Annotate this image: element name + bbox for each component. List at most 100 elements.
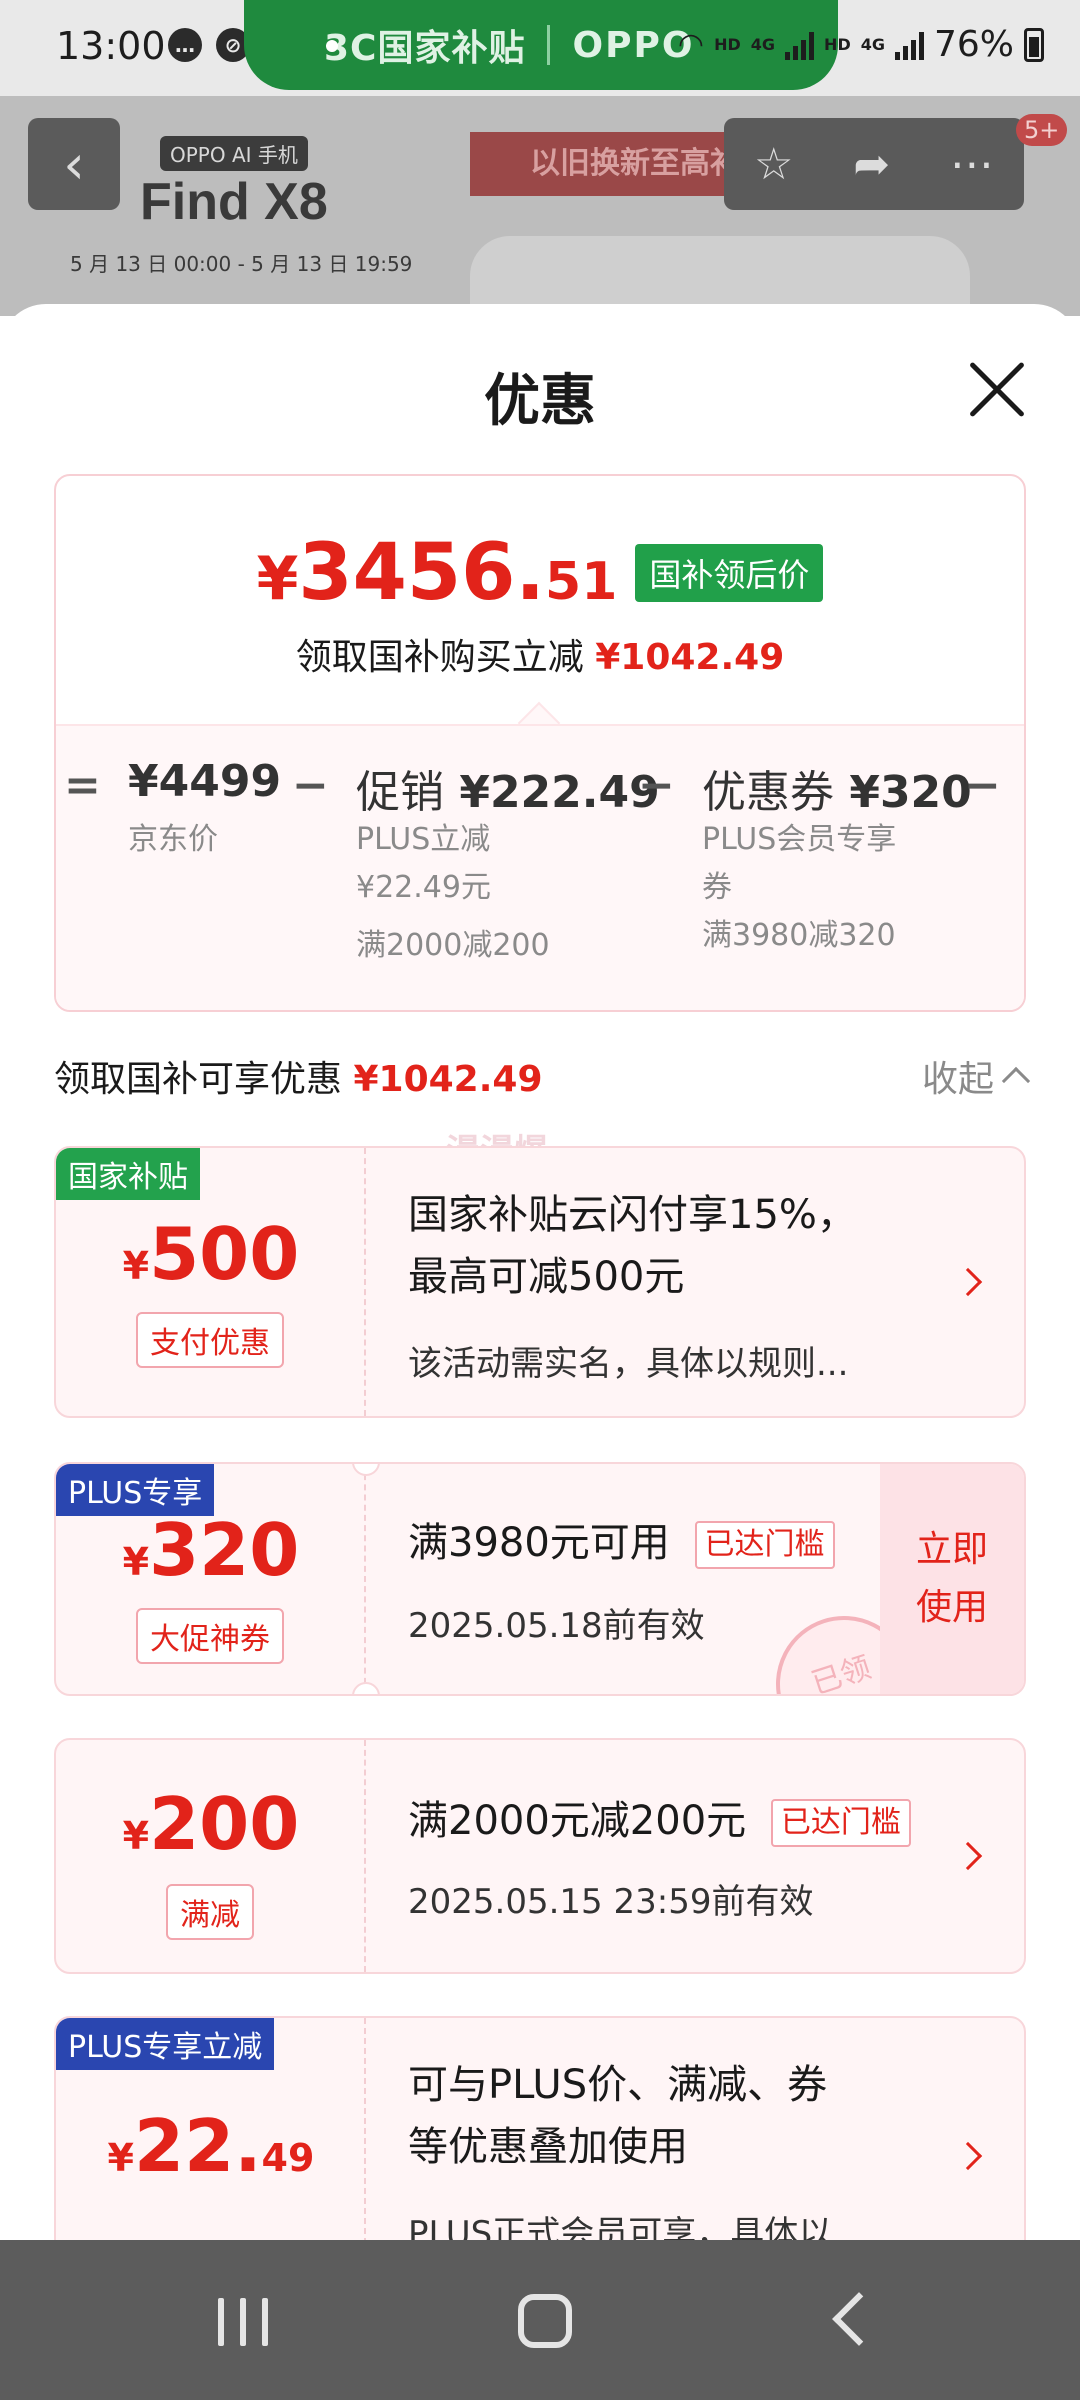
pill-dot-icon bbox=[326, 40, 338, 52]
subsidy-price-tag: 国补领后价 bbox=[635, 544, 824, 602]
coupon-card-plus-exclusive[interactable]: PLUS专享 ¥320 大促神券 满3980元可用 已达门槛 2025.05.1… bbox=[54, 1462, 1026, 1696]
battery-level: 76% bbox=[933, 24, 1014, 65]
coupon-tag: 国家补贴 bbox=[56, 1148, 200, 1200]
recent-apps-icon[interactable] bbox=[218, 2298, 268, 2346]
coupons-header-label: 领取国补可享优惠 bbox=[54, 1059, 343, 1100]
coupon-sub-3: 满3980减320 bbox=[702, 918, 896, 953]
coupon-amount: ¥320 bbox=[849, 767, 972, 818]
signal-icon bbox=[785, 30, 815, 60]
coupon-card-full-reduction[interactable]: ¥200 满减 满2000元减200元 已达门槛 2025.05.15 23:5… bbox=[54, 1738, 1026, 1974]
net-label-4: 4G bbox=[860, 34, 885, 54]
sheet-title: 优惠 bbox=[484, 369, 596, 434]
coupon-validity: 2025.05.18前有效 bbox=[408, 1606, 705, 1646]
coupon-type-label: 支付优惠 bbox=[136, 1312, 284, 1368]
coupon-currency: ¥ bbox=[122, 1814, 150, 1858]
coupon-value-decimal: 49 bbox=[261, 2136, 315, 2180]
status-bar: 13:00 … ⊘ ▲ 3C国家补贴 OPPO ◠ HD 4G HD 4G 76… bbox=[0, 0, 1080, 96]
use-now-button[interactable]: 立即 使用 bbox=[880, 1464, 1024, 1694]
status-time: 13:00 bbox=[56, 24, 166, 68]
coupon-title-line-1: 国家补贴云闪付享15%， bbox=[408, 1192, 857, 1238]
promo-sub-2: ¥22.49元 bbox=[356, 870, 491, 905]
minus-sign-1: − bbox=[292, 760, 329, 811]
system-nav-bar bbox=[0, 2240, 1080, 2400]
coupon-amount: ¥200 bbox=[56, 1782, 366, 1866]
coupon-value: 500 bbox=[149, 1212, 300, 1296]
threshold-met-badge: 已达门槛 bbox=[694, 1521, 835, 1569]
coupon-title-text: 满3980元可用 bbox=[408, 1520, 670, 1566]
price-summary-card: ¥ 3456. 51 国补领后价 领取国补购买立减 ¥1042.49 = ¥44… bbox=[54, 474, 1026, 1012]
signal-icon-2 bbox=[894, 30, 924, 60]
close-icon[interactable] bbox=[966, 358, 1028, 420]
coupon-currency: ¥ bbox=[122, 1540, 150, 1584]
jd-price-label: 京东价 bbox=[128, 822, 218, 857]
promo-sub-3: 满2000减200 bbox=[356, 928, 550, 963]
coupon-title: 满3980元可用 已达门槛 bbox=[408, 1518, 835, 1569]
savings-amount: ¥1042.49 bbox=[595, 637, 785, 678]
promo-total: 促销 ¥222.49 bbox=[356, 756, 660, 820]
jd-price: ¥4499 bbox=[128, 756, 282, 807]
net-label-3: HD bbox=[824, 34, 851, 54]
ai-phone-badge: OPPO AI 手机 bbox=[160, 136, 308, 171]
collapse-label: 收起 bbox=[921, 1059, 994, 1100]
coupon-title: 满2000元减200元 已达门槛 bbox=[408, 1796, 911, 1847]
back-button[interactable]: ‹ bbox=[28, 118, 120, 210]
favorite-star-icon[interactable]: ☆ bbox=[754, 139, 793, 190]
coupon-value: 200 bbox=[149, 1782, 300, 1866]
coupon-sub-2: 券 bbox=[702, 870, 732, 905]
pill-text: 3C国家补贴 bbox=[324, 28, 526, 69]
coupon-description: 该活动需实名，具体以规则... bbox=[408, 1344, 849, 1384]
coupon-currency: ¥ bbox=[122, 1244, 150, 1288]
collapse-toggle[interactable]: 收起 bbox=[921, 1050, 1031, 1102]
promo-amount: ¥222.49 bbox=[459, 767, 660, 818]
coupon-tag: PLUS专享立减 bbox=[56, 2018, 275, 2070]
pill-brand: OPPO bbox=[572, 24, 695, 66]
more-icon[interactable]: ⋯ bbox=[950, 139, 994, 190]
coupons-header-amount: ¥1042.49 bbox=[353, 1059, 543, 1100]
coupon-title-line-2: 等优惠叠加使用 bbox=[408, 2124, 688, 2170]
coupon-value-panel: PLUS专享 ¥320 大促神券 bbox=[56, 1464, 366, 1694]
coupon-value: 22. bbox=[134, 2104, 262, 2188]
top-actions: ☆ ➦ ⋯ bbox=[724, 118, 1024, 210]
coupon-value-panel: 国家补贴 ¥500 支付优惠 bbox=[56, 1148, 366, 1416]
chevron-right-icon[interactable] bbox=[953, 1267, 983, 1297]
coupon-currency: ¥ bbox=[107, 2136, 134, 2180]
coupon-title-line-2: 最高可减500元 bbox=[408, 1254, 685, 1300]
coupon-title: 可与PLUS价、满减、券 等优惠叠加使用 bbox=[408, 2054, 827, 2178]
chevron-right-icon[interactable] bbox=[953, 2141, 983, 2171]
coupon-type-label: 大促神券 bbox=[136, 1608, 284, 1664]
coupon-amount: ¥500 bbox=[56, 1212, 366, 1296]
chevron-up-icon bbox=[1001, 1066, 1031, 1096]
product-name: Find X8 bbox=[140, 173, 328, 231]
price-currency: ¥ bbox=[256, 544, 299, 614]
promo-sub-1: PLUS立减 bbox=[356, 822, 491, 857]
coupon-card-national-subsidy[interactable]: 国家补贴 ¥500 支付优惠 国家补贴云闪付享15%， 最高可减500元 该活动… bbox=[54, 1146, 1026, 1418]
coupon-title-text: 满2000元减200元 bbox=[408, 1798, 747, 1844]
coupon-description: PLUS正式会员可享，具体以... bbox=[408, 2214, 865, 2240]
coupon-title-line-1: 可与PLUS价、满减、券 bbox=[408, 2062, 828, 2108]
share-icon[interactable]: ➦ bbox=[853, 139, 890, 190]
coupon-card-plus-instant[interactable]: PLUS专享立减 ¥22.49 可与PLUS价、满减、券 等优惠叠加使用 PLU… bbox=[54, 2016, 1026, 2240]
coupon-value-panel: PLUS专享立减 ¥22.49 bbox=[56, 2018, 366, 2240]
use-now-line-2: 使用 bbox=[915, 1587, 988, 1628]
coupon-validity: 2025.05.15 23:59前有效 bbox=[408, 1882, 814, 1922]
savings-label: 领取国补购买立减 bbox=[295, 637, 584, 678]
chevron-right-icon[interactable] bbox=[953, 1841, 983, 1871]
coupon-sub-1: PLUS会员专享 bbox=[702, 822, 897, 857]
battery-icon bbox=[1024, 27, 1044, 62]
wifi-icon: ◠ bbox=[677, 27, 705, 62]
back-icon[interactable] bbox=[832, 2292, 886, 2346]
coupons-header: 领取国补可享优惠 ¥1042.49 bbox=[54, 1050, 543, 1102]
coupon-value-panel: ¥200 满减 bbox=[56, 1740, 366, 1972]
promo-label: 促销 bbox=[356, 767, 444, 818]
system-indicators: ◠ HD 4G HD 4G 76% bbox=[678, 24, 1044, 65]
final-price: ¥ 3456. 51 国补领后价 bbox=[56, 528, 1024, 618]
home-icon[interactable] bbox=[518, 2294, 572, 2348]
product-page-background: ‹ OPPO AI 手机 Find X8 5 月 13 日 00:00 - 5 … bbox=[0, 96, 1080, 316]
price-decimal: 51 bbox=[545, 552, 618, 612]
discount-sheet: 优惠 ¥ 3456. 51 国补领后价 领取国补购买立减 ¥1042.49 = … bbox=[0, 304, 1080, 2240]
use-now-line-1: 立即 bbox=[915, 1529, 988, 1570]
threshold-met-badge: 已达门槛 bbox=[770, 1799, 911, 1847]
net-label-2: 4G bbox=[750, 34, 776, 54]
net-label-1: HD bbox=[714, 34, 741, 54]
minus-sign-3: − bbox=[964, 760, 1001, 811]
